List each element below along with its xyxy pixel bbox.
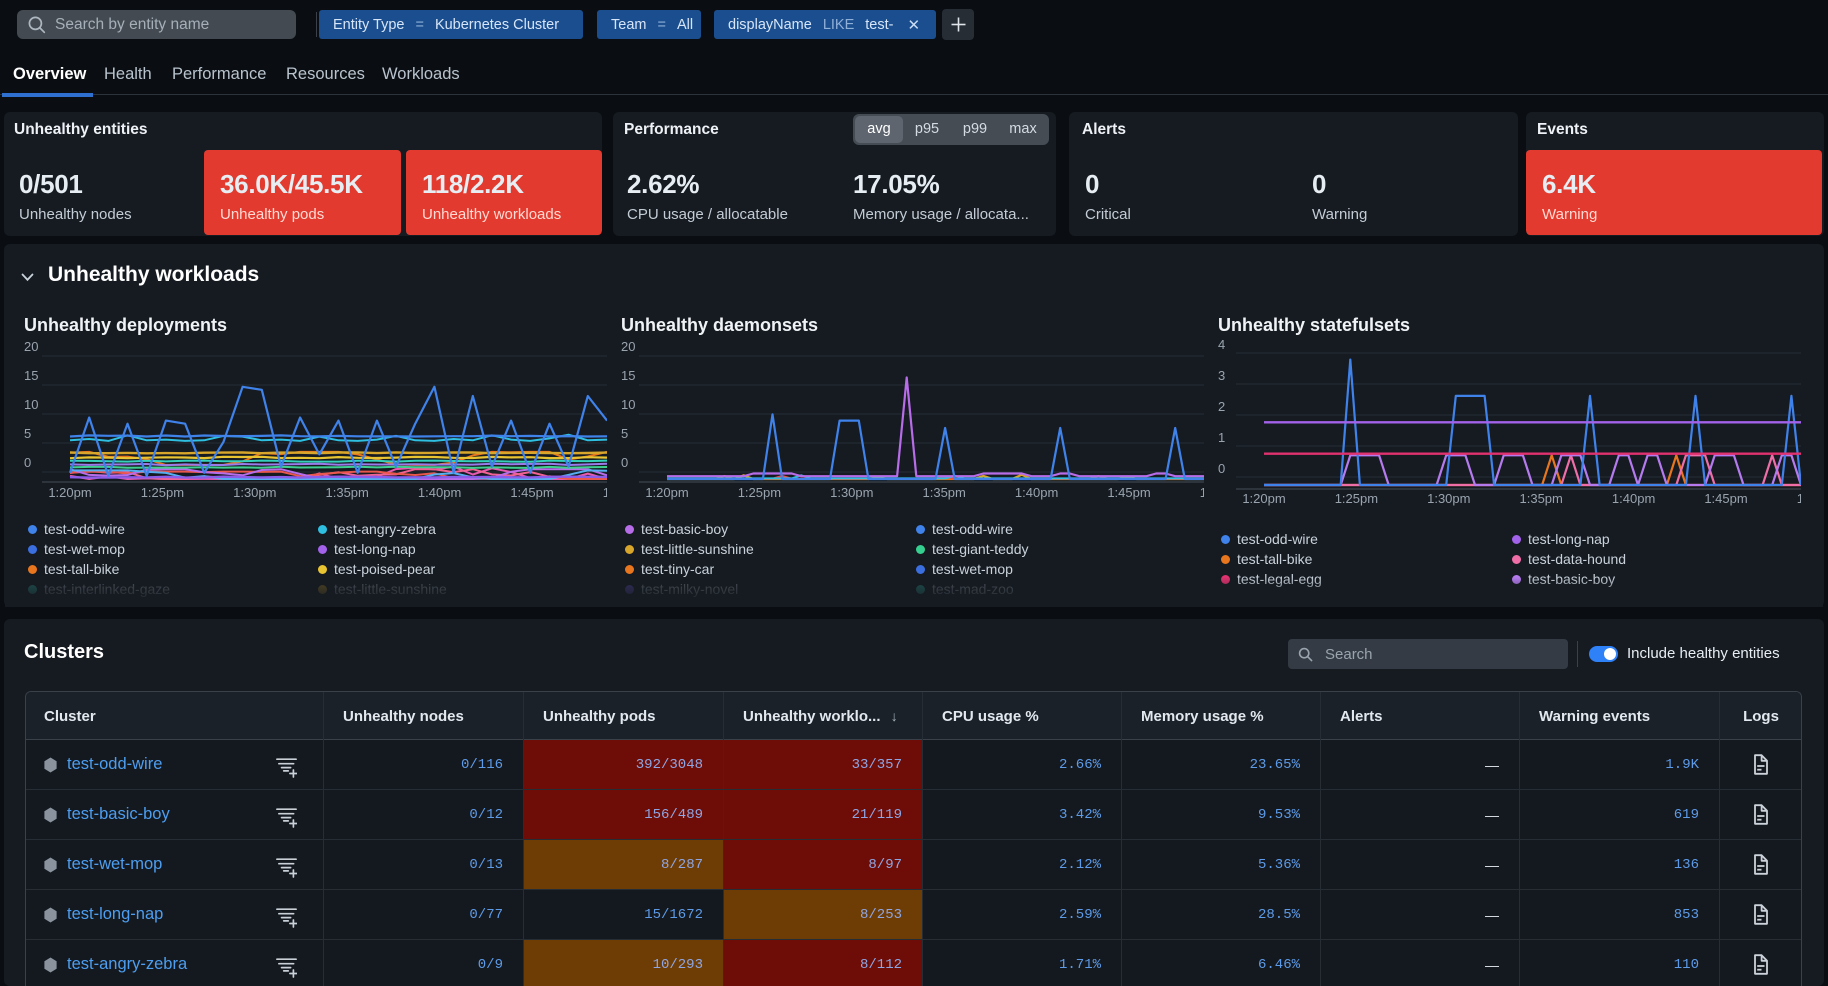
svg-text:1: 1 xyxy=(1218,430,1225,445)
svg-text:1:40pm: 1:40pm xyxy=(418,485,461,500)
svg-text:1:45pm: 1:45pm xyxy=(1107,485,1150,500)
svg-text:1:45pm: 1:45pm xyxy=(1704,491,1747,506)
svg-text:10: 10 xyxy=(621,397,635,412)
svg-text:1:50pm: 1:50pm xyxy=(1797,491,1801,506)
svg-text:0: 0 xyxy=(1218,461,1225,476)
svg-text:5: 5 xyxy=(621,426,628,441)
svg-text:1:40pm: 1:40pm xyxy=(1015,485,1058,500)
svg-text:1:25pm: 1:25pm xyxy=(1335,491,1378,506)
svg-text:1:35pm: 1:35pm xyxy=(1520,491,1563,506)
svg-text:0: 0 xyxy=(621,455,628,470)
svg-text:1:30pm: 1:30pm xyxy=(1427,491,1470,506)
svg-text:20: 20 xyxy=(24,339,38,354)
svg-text:2: 2 xyxy=(1218,399,1225,414)
svg-text:15: 15 xyxy=(24,368,38,383)
svg-text:1:20pm: 1:20pm xyxy=(645,485,688,500)
svg-text:10: 10 xyxy=(24,397,38,412)
svg-text:5: 5 xyxy=(24,426,31,441)
svg-text:15: 15 xyxy=(621,368,635,383)
svg-text:1:20pm: 1:20pm xyxy=(48,485,91,500)
svg-text:3: 3 xyxy=(1218,368,1225,383)
svg-text:1:35pm: 1:35pm xyxy=(326,485,369,500)
svg-text:1:40pm: 1:40pm xyxy=(1612,491,1655,506)
svg-text:1:50pm: 1:50pm xyxy=(1200,485,1204,500)
svg-text:1:35pm: 1:35pm xyxy=(923,485,966,500)
svg-text:1:50pm: 1:50pm xyxy=(603,485,607,500)
svg-text:1:20pm: 1:20pm xyxy=(1242,491,1285,506)
svg-text:1:25pm: 1:25pm xyxy=(738,485,781,500)
svg-text:1:25pm: 1:25pm xyxy=(141,485,184,500)
svg-text:1:30pm: 1:30pm xyxy=(233,485,276,500)
svg-text:1:30pm: 1:30pm xyxy=(830,485,873,500)
svg-text:20: 20 xyxy=(621,339,635,354)
svg-text:0: 0 xyxy=(24,455,31,470)
svg-text:1:45pm: 1:45pm xyxy=(510,485,553,500)
svg-text:4: 4 xyxy=(1218,338,1225,352)
